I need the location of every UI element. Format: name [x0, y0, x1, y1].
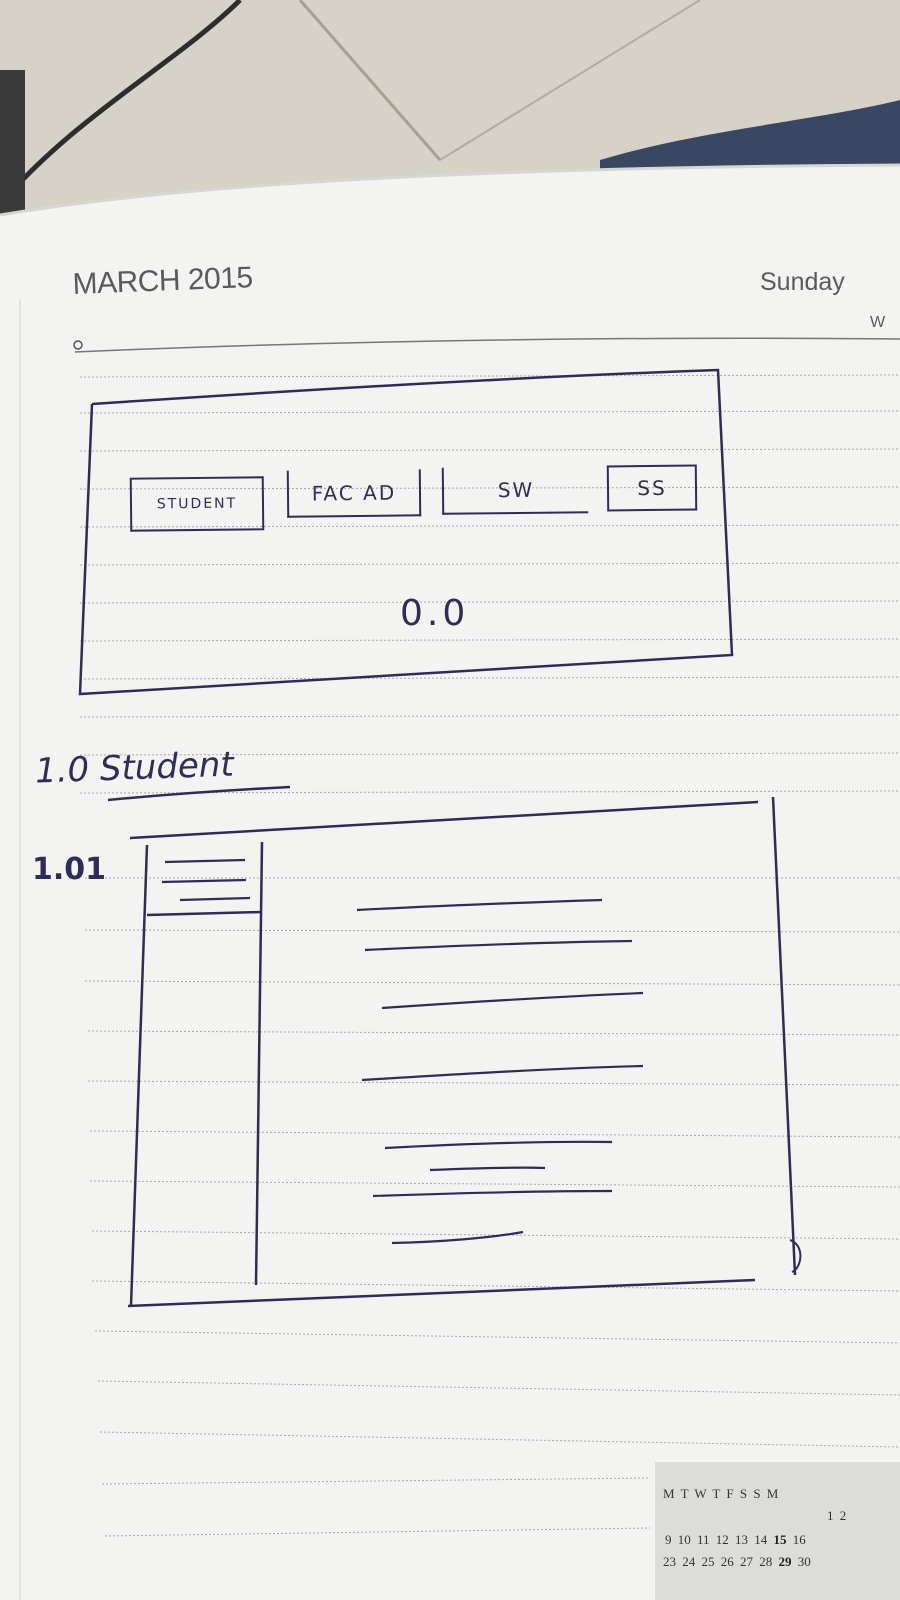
calendar-weekday: M	[766, 1486, 779, 1501]
calendar-day: 28	[759, 1554, 773, 1569]
calendar-day: 24	[682, 1554, 696, 1569]
subsection-label: 1.01	[32, 852, 107, 887]
dark-object	[0, 70, 25, 215]
tab-ss[interactable]: SS	[606, 464, 698, 512]
calendar-day: 9	[665, 1532, 672, 1547]
tab-fac-ad[interactable]: FAC AD	[286, 469, 422, 518]
calendar-day: 23	[663, 1554, 676, 1569]
margin-letter: W	[870, 314, 886, 331]
mini-calendar: M T W T F S S M 1 2 9 10 11 12 13 14 15 …	[655, 1462, 900, 1600]
calendar-day: 11	[697, 1532, 710, 1547]
tab-sw[interactable]: SW	[441, 466, 589, 515]
calendar-day: 10	[677, 1532, 691, 1547]
calendar-day: 12	[715, 1532, 729, 1547]
calendar-day: 15	[773, 1532, 787, 1547]
calendar-day: 26	[720, 1554, 734, 1569]
calendar-weekday: S	[739, 1486, 748, 1501]
tab-student[interactable]: STUDENT	[129, 476, 265, 532]
version-label: 0.0	[400, 593, 470, 634]
calendar-day: 30	[797, 1554, 811, 1569]
calendar-week-1: 1 2	[827, 1508, 846, 1524]
calendar-week-3: 9 10 11 12 13 14 15 16	[665, 1532, 806, 1548]
calendar-day: 27	[740, 1554, 753, 1569]
calendar-day: 2	[839, 1508, 847, 1523]
calendar-weekday: T	[680, 1486, 689, 1501]
calendar-weekday: S	[753, 1486, 761, 1501]
calendar-weekday: T	[712, 1486, 721, 1501]
calendar-day: 14	[754, 1532, 768, 1547]
calendar-weekday-row: M T W T F S S M	[663, 1486, 778, 1502]
section-heading: 1.0 Student	[34, 744, 235, 792]
notebook-page	[0, 165, 900, 1600]
calendar-day: 25	[701, 1554, 715, 1569]
calendar-weekday: W	[694, 1486, 707, 1501]
notebook-photo	[0, 0, 900, 1600]
month-year-title: MARCH 2015	[72, 261, 254, 301]
calendar-week-5: 23 24 25 26 27 28 29 30	[663, 1554, 811, 1570]
weekday-label: Sunday	[760, 268, 845, 296]
calendar-day: 16	[792, 1532, 806, 1547]
calendar-weekday: F	[726, 1486, 734, 1501]
calendar-day: 29	[778, 1554, 792, 1569]
calendar-day: 13	[735, 1532, 749, 1547]
calendar-weekday: M	[663, 1486, 675, 1501]
calendar-day: 1	[827, 1508, 834, 1523]
